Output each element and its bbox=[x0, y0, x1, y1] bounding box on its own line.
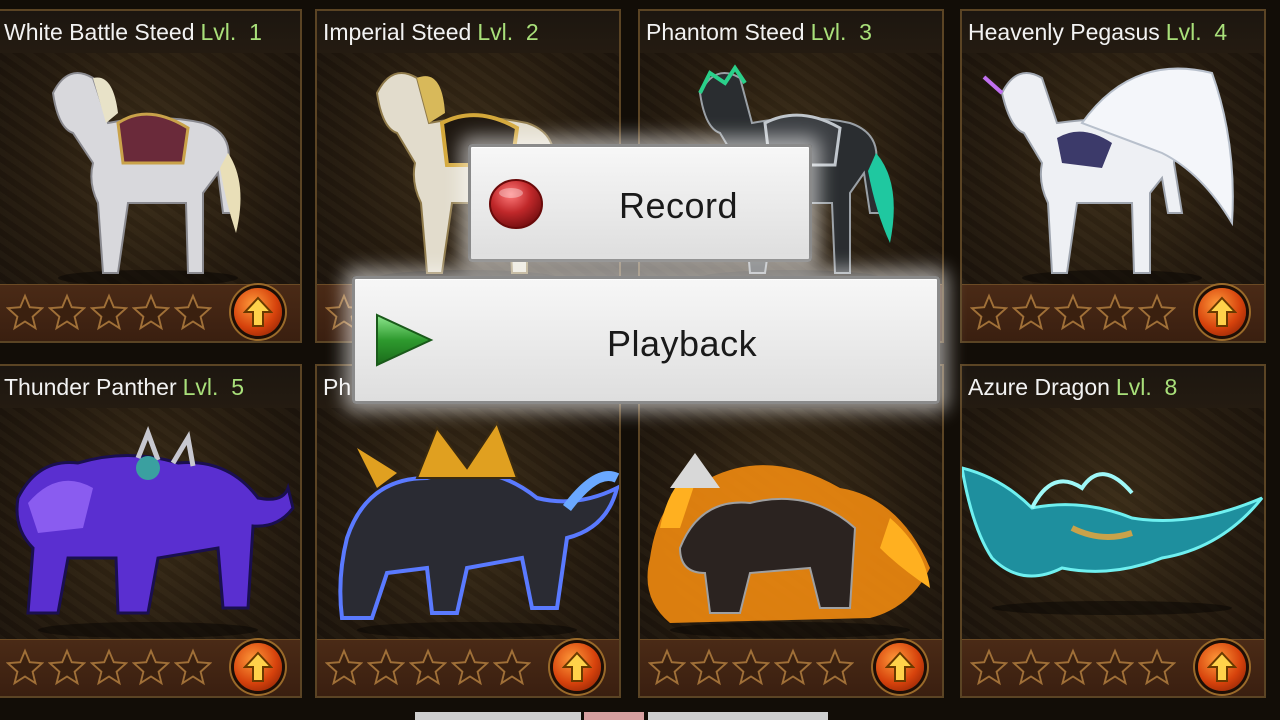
arrow-up-icon bbox=[243, 296, 273, 327]
star-icon bbox=[367, 648, 405, 686]
mount-title: Thunder Panther Lvl. 5 bbox=[0, 366, 300, 408]
level-label: Lvl. bbox=[477, 19, 514, 45]
bottom-strip bbox=[648, 712, 828, 720]
arrow-up-icon bbox=[1207, 296, 1237, 327]
upgrade-button[interactable] bbox=[1198, 288, 1246, 336]
record-label: Record bbox=[619, 185, 739, 226]
mount-name: Thunder Panther bbox=[4, 374, 177, 400]
star-icon bbox=[1054, 293, 1092, 331]
star-icon bbox=[774, 648, 812, 686]
level-label: Lvl. bbox=[1165, 19, 1202, 45]
star-icon bbox=[970, 293, 1008, 331]
level-value: 8 bbox=[1164, 374, 1178, 400]
mount-card-phantom-beast[interactable]: Pha bbox=[315, 364, 621, 698]
level-value: 4 bbox=[1214, 19, 1228, 45]
stars-row bbox=[325, 648, 531, 686]
star-icon bbox=[48, 648, 86, 686]
mount-card-white-battle-steed[interactable]: White Battle Steed Lvl. 1 bbox=[0, 9, 302, 343]
star-rating bbox=[317, 639, 619, 696]
level-label: Lvl. bbox=[182, 374, 219, 400]
record-button[interactable]: Record bbox=[468, 144, 812, 262]
star-icon bbox=[1096, 648, 1134, 686]
bottom-strip bbox=[415, 712, 581, 720]
star-icon bbox=[1054, 648, 1092, 686]
star-icon bbox=[1012, 293, 1050, 331]
arrow-up-icon bbox=[885, 651, 915, 682]
stars-row bbox=[6, 648, 212, 686]
star-icon bbox=[1138, 648, 1176, 686]
dragon-beast-icon bbox=[338, 420, 619, 638]
star-icon bbox=[1012, 648, 1050, 686]
level-label: Lvl. bbox=[810, 19, 847, 45]
mount-name: White Battle Steed bbox=[4, 19, 195, 45]
star-icon bbox=[451, 648, 489, 686]
star-rating bbox=[640, 639, 942, 696]
play-arrow-icon bbox=[376, 313, 434, 367]
mount-card-azure-dragon[interactable]: Azure Dragon Lvl. 8 bbox=[960, 364, 1266, 698]
mount-name: Phantom Steed bbox=[646, 19, 805, 45]
star-icon bbox=[132, 648, 170, 686]
mount-name: Imperial Steed bbox=[323, 19, 472, 45]
mount-name: Heavenly Pegasus bbox=[968, 19, 1160, 45]
star-icon bbox=[648, 648, 686, 686]
mount-card-flame-beast[interactable] bbox=[638, 364, 944, 698]
star-icon bbox=[409, 648, 447, 686]
level-value: 5 bbox=[231, 374, 244, 400]
star-icon bbox=[48, 293, 86, 331]
pegasus-icon bbox=[982, 67, 1234, 286]
stars-row bbox=[970, 648, 1176, 686]
panther-icon bbox=[15, 426, 295, 638]
stars-row bbox=[648, 648, 854, 686]
mount-title: Heavenly Pegasus Lvl. 4 bbox=[962, 11, 1264, 53]
azure-dragon-icon bbox=[962, 466, 1264, 615]
white-horse-icon bbox=[51, 72, 241, 286]
star-icon bbox=[90, 648, 128, 686]
mount-name: Azure Dragon bbox=[968, 374, 1110, 400]
level-label: Lvl. bbox=[200, 19, 237, 45]
star-icon bbox=[1138, 293, 1176, 331]
playback-label: Playback bbox=[607, 323, 758, 364]
upgrade-button[interactable] bbox=[234, 643, 282, 691]
star-icon bbox=[174, 648, 212, 686]
star-rating bbox=[0, 284, 300, 341]
arrow-up-icon bbox=[562, 651, 592, 682]
mount-title: White Battle Steed Lvl. 1 bbox=[0, 11, 300, 53]
star-icon bbox=[6, 648, 44, 686]
mount-card-heavenly-pegasus[interactable]: Heavenly Pegasus Lvl. 4 bbox=[960, 9, 1266, 343]
star-rating bbox=[962, 284, 1264, 341]
arrow-up-icon bbox=[243, 651, 273, 682]
star-icon bbox=[493, 648, 531, 686]
mount-title: Azure Dragon Lvl. 8 bbox=[962, 366, 1264, 408]
stars-row bbox=[970, 293, 1176, 331]
playback-button[interactable]: Playback bbox=[352, 276, 940, 404]
star-icon bbox=[690, 648, 728, 686]
level-label: Lvl. bbox=[1115, 374, 1152, 400]
star-icon bbox=[970, 648, 1008, 686]
upgrade-button[interactable] bbox=[1198, 643, 1246, 691]
star-icon bbox=[6, 293, 44, 331]
level-value: 2 bbox=[525, 19, 539, 45]
star-icon bbox=[174, 293, 212, 331]
star-icon bbox=[732, 648, 770, 686]
upgrade-button[interactable] bbox=[876, 643, 924, 691]
upgrade-button[interactable] bbox=[553, 643, 601, 691]
star-icon bbox=[132, 293, 170, 331]
arrow-up-icon bbox=[1207, 651, 1237, 682]
star-icon bbox=[1096, 293, 1134, 331]
flame-beast-icon bbox=[647, 453, 930, 638]
mount-title: Phantom Steed Lvl. 3 bbox=[640, 11, 942, 53]
star-rating bbox=[0, 639, 300, 696]
mount-title: Imperial Steed Lvl. 2 bbox=[317, 11, 619, 53]
level-value: 1 bbox=[249, 19, 262, 45]
star-rating bbox=[962, 639, 1264, 696]
star-icon bbox=[325, 648, 363, 686]
upgrade-button[interactable] bbox=[234, 288, 282, 336]
star-icon bbox=[816, 648, 854, 686]
level-value: 3 bbox=[859, 19, 872, 45]
mount-card-thunder-panther[interactable]: Thunder Panther Lvl. 5 bbox=[0, 364, 302, 698]
record-dot-icon bbox=[489, 179, 543, 229]
stars-row bbox=[6, 293, 212, 331]
star-icon bbox=[90, 293, 128, 331]
bottom-strip bbox=[584, 712, 644, 720]
